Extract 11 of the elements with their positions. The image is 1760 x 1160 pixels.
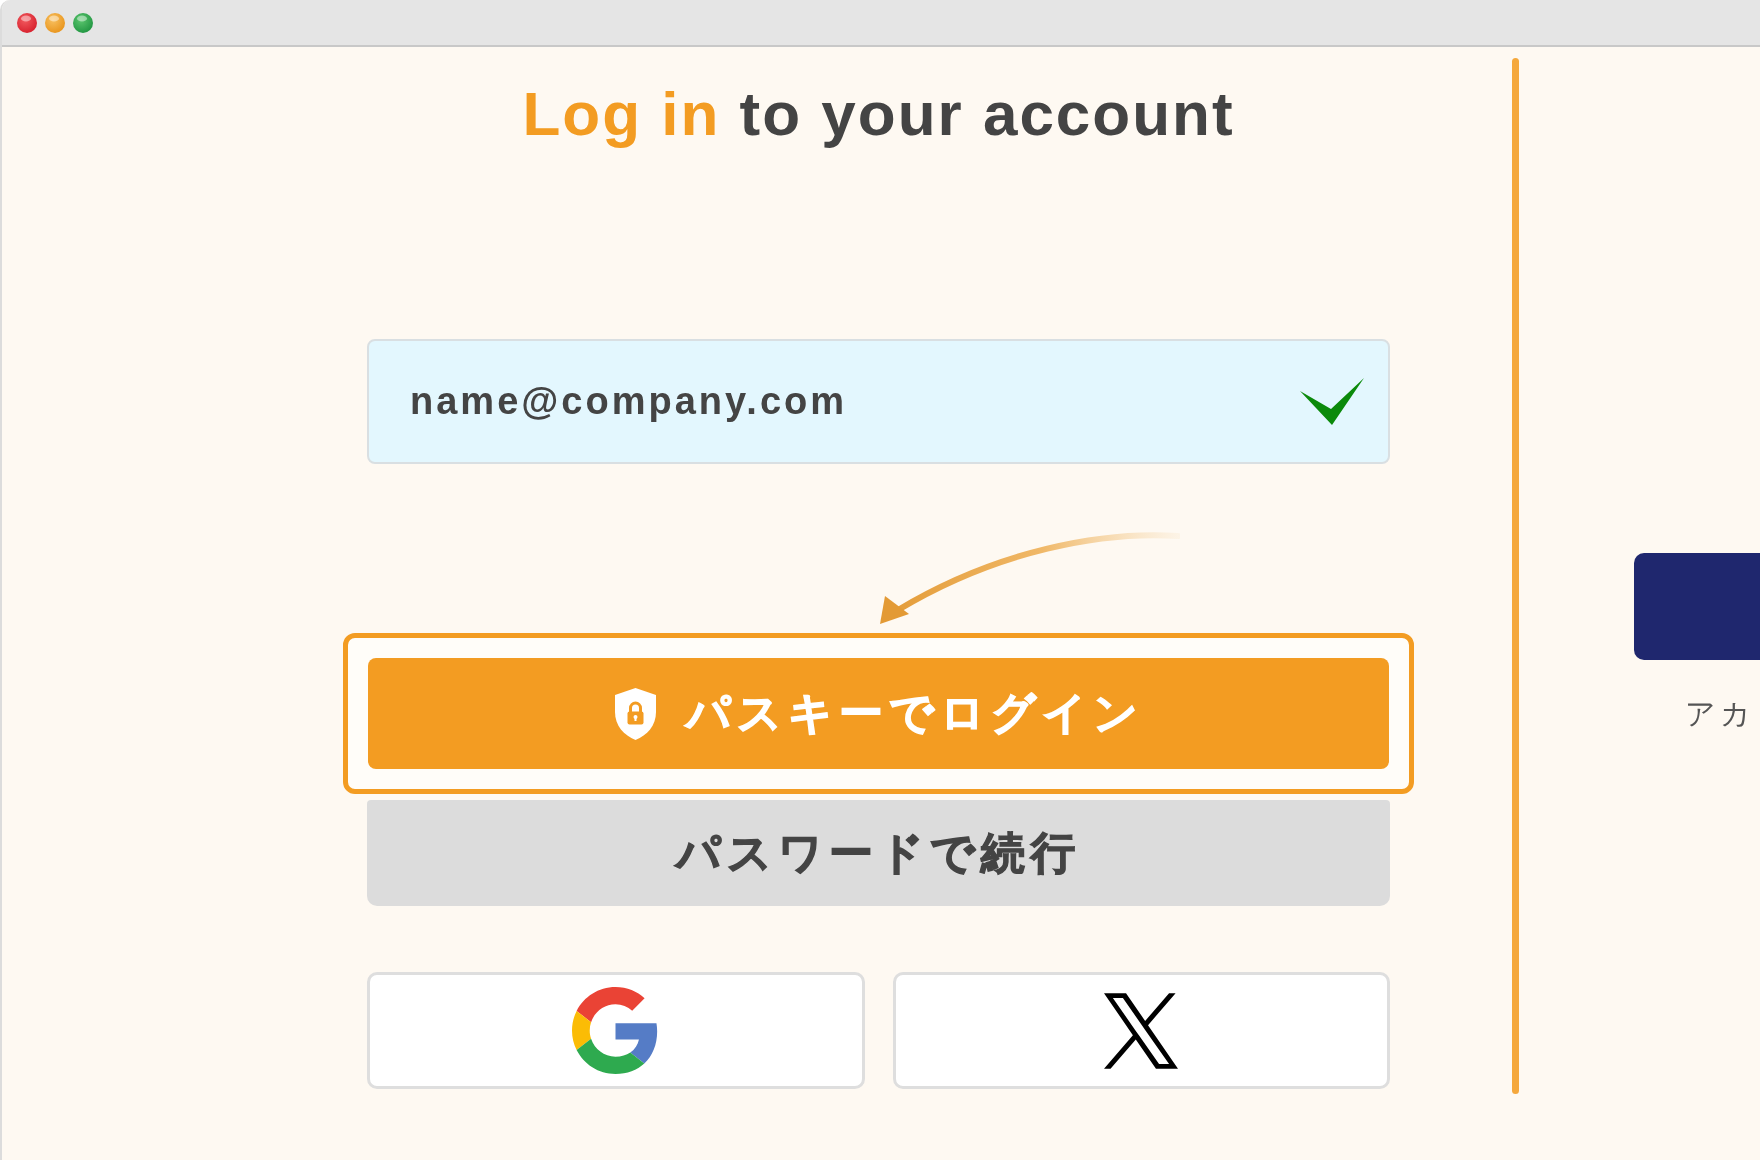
email-field[interactable]: name@company.com (367, 339, 1390, 465)
password-continue-button[interactable]: パスワードで続行 (367, 800, 1390, 907)
window-zoom-icon[interactable] (73, 12, 93, 33)
page-heading: Log in to your account (521, 78, 1236, 150)
google-sign-in-button[interactable] (367, 972, 865, 1090)
x-logo-icon (1104, 992, 1179, 1069)
side-caption: アカ (1685, 696, 1755, 732)
google-g-icon (572, 987, 660, 1075)
shield-lock-icon (613, 686, 658, 741)
window-close-icon[interactable] (17, 12, 37, 33)
x-sign-in-button[interactable] (892, 972, 1390, 1090)
